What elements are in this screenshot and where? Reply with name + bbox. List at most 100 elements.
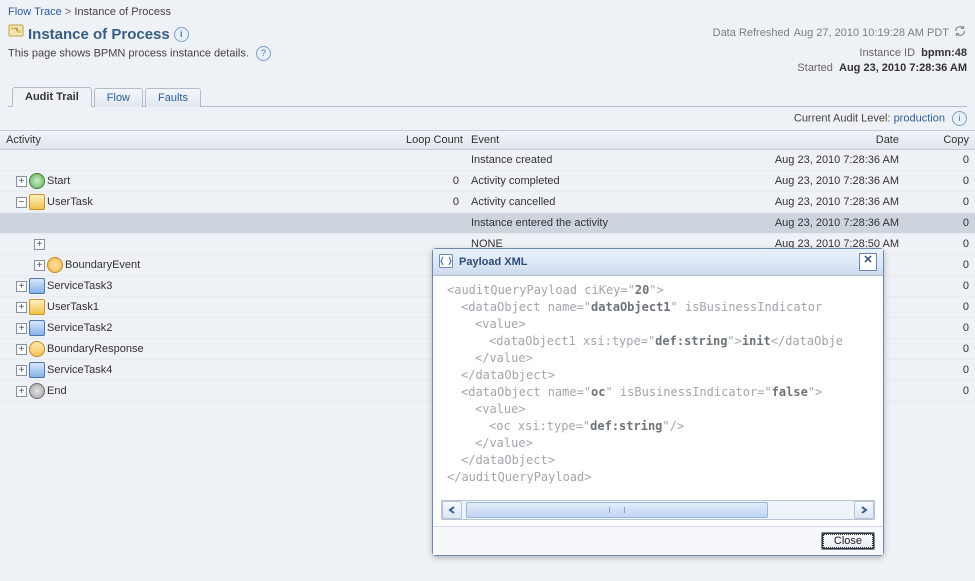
refresh-time: Aug 27, 2010 10:19:28 AM PDT	[794, 27, 949, 39]
date-cell: Aug 23, 2010 7:28:36 AM	[685, 192, 905, 213]
tab-flow[interactable]: Flow	[94, 88, 143, 107]
dialog-hscrollbar[interactable]	[441, 500, 875, 520]
copy-cell: 0	[905, 339, 975, 360]
col-event[interactable]: Event	[465, 131, 685, 150]
collapse-icon[interactable]: −	[16, 197, 27, 208]
activity-name: UserTask	[47, 196, 93, 208]
activity-name: ServiceTask2	[47, 322, 112, 334]
end-icon	[29, 383, 45, 399]
copy-cell: 0	[905, 234, 975, 255]
table-row[interactable]: Instance createdAug 23, 2010 7:28:36 AM0	[0, 150, 975, 171]
tabs: Audit Trail Flow Faults	[8, 86, 967, 107]
refresh-info: Data Refreshed Aug 27, 2010 10:19:28 AM …	[713, 24, 967, 41]
col-loop[interactable]: Loop Count	[400, 131, 465, 150]
audit-level-bar: Current Audit Level: production i	[0, 107, 975, 131]
dialog-close-icon[interactable]: ✕	[859, 253, 877, 271]
tree-spacer	[34, 218, 45, 229]
tab-faults[interactable]: Faults	[145, 88, 201, 107]
expand-icon[interactable]: +	[16, 344, 27, 355]
expand-icon[interactable]: +	[16, 323, 27, 334]
user-icon	[29, 194, 45, 210]
start-icon	[29, 173, 45, 189]
xml-icon	[439, 254, 453, 271]
copy-cell: 0	[905, 360, 975, 381]
scroll-track[interactable]	[466, 501, 850, 519]
boundary-icon	[47, 257, 63, 273]
copy-cell: 0	[905, 171, 975, 192]
expand-icon[interactable]: +	[34, 260, 45, 271]
dialog-title-text: Payload XML	[459, 256, 527, 268]
page-title-text: Instance of Process	[28, 26, 170, 43]
event-cell: Activity completed	[465, 171, 685, 192]
loop-count	[400, 150, 465, 171]
table-row[interactable]: Instance entered the activityAug 23, 201…	[0, 213, 975, 234]
copy-cell: 0	[905, 150, 975, 171]
instance-meta: Instance ID bpmn:48 Started Aug 23, 2010…	[797, 46, 967, 76]
service-icon	[29, 320, 45, 336]
copy-cell: 0	[905, 255, 975, 276]
expand-icon[interactable]: +	[16, 176, 27, 187]
activity-name: ServiceTask4	[47, 364, 112, 376]
service-icon	[29, 278, 45, 294]
date-cell: Aug 23, 2010 7:28:36 AM	[685, 213, 905, 234]
date-cell: Aug 23, 2010 7:28:36 AM	[685, 171, 905, 192]
instance-id-label: Instance ID	[859, 47, 915, 59]
refresh-icon[interactable]	[953, 24, 967, 41]
copy-cell: 0	[905, 213, 975, 234]
started-value: Aug 23, 2010 7:28:36 AM	[839, 62, 967, 74]
user-icon	[29, 299, 45, 315]
copy-cell: 0	[905, 192, 975, 213]
breadcrumb-flow-trace[interactable]: Flow Trace	[8, 6, 62, 18]
table-row[interactable]: −UserTask0Activity cancelledAug 23, 2010…	[0, 192, 975, 213]
copy-cell: 0	[905, 276, 975, 297]
close-button[interactable]: Close	[821, 532, 875, 550]
activity-name: BoundaryEvent	[65, 259, 140, 271]
activity-name: BoundaryResponse	[47, 343, 144, 355]
expand-icon[interactable]: +	[16, 302, 27, 313]
table-row[interactable]: +Start0Activity completedAug 23, 2010 7:…	[0, 171, 975, 192]
audit-level-value: production	[894, 112, 945, 124]
help-icon[interactable]: i	[952, 111, 967, 126]
copy-cell: 0	[905, 318, 975, 339]
date-cell: Aug 23, 2010 7:28:36 AM	[685, 150, 905, 171]
tree-spacer	[16, 155, 27, 166]
tab-audit-trail[interactable]: Audit Trail	[12, 87, 92, 107]
started-label: Started	[797, 62, 832, 74]
dialog-titlebar[interactable]: Payload XML ✕	[433, 249, 883, 276]
scroll-left-button[interactable]	[442, 501, 462, 519]
activity-name: UserTask1	[47, 301, 99, 313]
col-activity[interactable]: Activity	[0, 131, 400, 150]
event-cell: Instance created	[465, 150, 685, 171]
page-title: Instance of Process i	[8, 24, 189, 44]
scroll-thumb[interactable]	[466, 502, 768, 518]
expand-icon[interactable]: +	[16, 281, 27, 292]
expand-icon[interactable]: +	[34, 239, 45, 250]
dialog-body: <auditQueryPayload ciKey="20"> <dataObje…	[433, 276, 883, 494]
scroll-right-button[interactable]	[854, 501, 874, 519]
audit-level-label: Current Audit Level:	[794, 112, 891, 124]
activity-name: Start	[47, 175, 70, 187]
table-header-row: Activity Loop Count Event Date Copy	[0, 131, 975, 150]
expand-icon[interactable]: +	[16, 386, 27, 397]
activity-name: End	[47, 385, 67, 397]
loop-count: 0	[400, 192, 465, 213]
help-icon[interactable]: i	[174, 27, 189, 42]
event-cell[interactable]: Instance entered the activity	[465, 213, 685, 234]
process-icon	[8, 24, 24, 44]
loop-count: 0	[400, 171, 465, 192]
service-icon	[29, 362, 45, 378]
breadcrumb-sep: >	[65, 6, 71, 18]
dialog-footer: Close	[433, 526, 883, 555]
copy-cell: 0	[905, 297, 975, 318]
copy-cell: 0	[905, 381, 975, 402]
expand-icon[interactable]: +	[16, 365, 27, 376]
col-date[interactable]: Date	[685, 131, 905, 150]
refresh-label: Data Refreshed	[713, 27, 790, 39]
col-copy[interactable]: Copy	[905, 131, 975, 150]
breadcrumb: Flow Trace > Instance of Process	[8, 4, 967, 24]
activity-name: ServiceTask3	[47, 280, 112, 292]
help-icon[interactable]: ?	[256, 46, 271, 61]
payload-dialog: Payload XML ✕ <auditQueryPayload ciKey="…	[432, 248, 884, 556]
event-cell: Activity cancelled	[465, 192, 685, 213]
breadcrumb-current: Instance of Process	[74, 6, 171, 18]
